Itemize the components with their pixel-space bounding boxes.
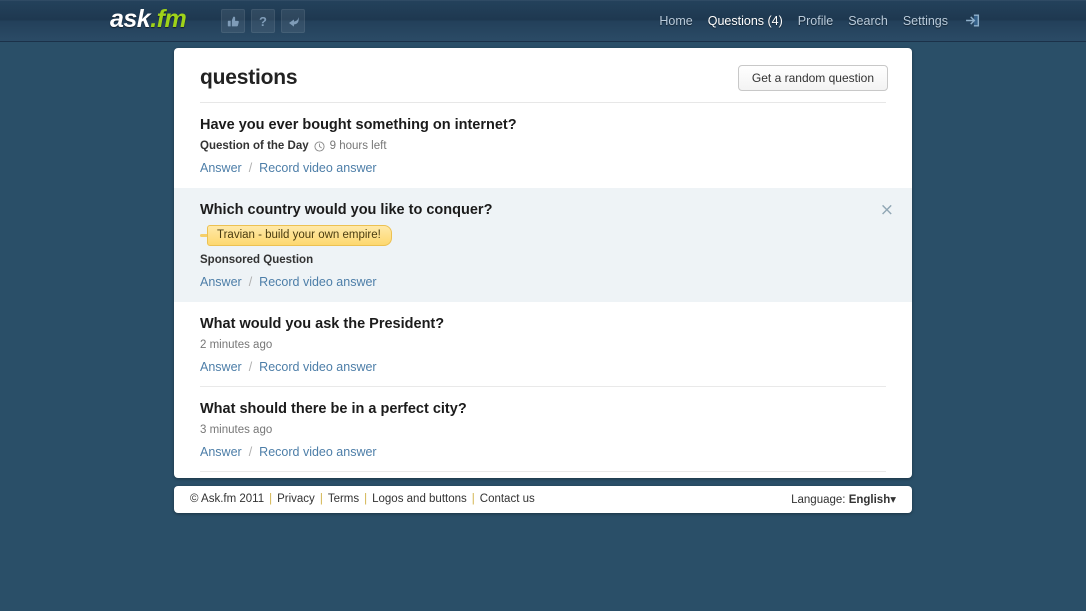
nav-item-profile[interactable]: Profile	[798, 14, 833, 28]
question-of-the-day-label: Question of the Day	[200, 140, 309, 152]
action-separator: /	[248, 444, 253, 459]
question-meta: Sponsored Question	[200, 254, 886, 266]
logo-text-suffix: .fm	[150, 5, 187, 33]
footer-link-terms[interactable]: Terms	[328, 493, 359, 505]
top-header-bar: ask.fm ? Home Questions (4) Profile Sear…	[0, 0, 1086, 42]
footer-link-contact-us[interactable]: Contact us	[480, 493, 535, 505]
sponsored-question-item: Which country would you like to conquer?…	[174, 188, 912, 302]
language-label: Language:	[791, 494, 846, 507]
copyright-text: © Ask.fm 2011	[190, 493, 265, 506]
page-footer: © Ask.fm 2011 | Privacy | Terms | Logos …	[174, 485, 912, 513]
nav-item-home[interactable]: Home	[659, 14, 692, 28]
question-timestamp: 3 minutes ago	[200, 423, 273, 436]
nav-item-questions[interactable]: Questions (4)	[708, 14, 783, 28]
footer-separator: |	[319, 493, 323, 506]
question-actions: Answer / Record video answer	[200, 275, 886, 289]
record-video-answer-link[interactable]: Record video answer	[259, 360, 376, 374]
action-separator: /	[248, 274, 253, 289]
record-video-answer-link[interactable]: Record video answer	[259, 445, 376, 459]
question-item: Have you ever bought something on intern…	[174, 103, 912, 188]
record-video-answer-link[interactable]: Record video answer	[259, 275, 376, 289]
language-value: English	[848, 494, 891, 507]
questions-card: questions Get a random question Have you…	[174, 48, 912, 478]
logout-icon[interactable]	[963, 12, 983, 30]
footer-link-privacy[interactable]: Privacy	[277, 493, 315, 505]
nav-item-search[interactable]: Search	[848, 14, 888, 28]
footer-separator: |	[269, 493, 273, 506]
footer-separator: |	[364, 493, 368, 506]
question-title: What should there be in a perfect city?	[200, 400, 467, 417]
question-item: What would you ask the President? 2 minu…	[174, 302, 912, 387]
answer-link[interactable]: Answer	[200, 161, 242, 175]
footer-links: © Ask.fm 2011 | Privacy | Terms | Logos …	[190, 493, 535, 505]
question-meta: Question of the Day 9 hours left	[200, 140, 886, 152]
get-random-question-button[interactable]: Get a random question	[737, 65, 888, 91]
advertisement-badge-wrapper: Travian - build your own empire!	[200, 225, 886, 246]
question-mark-glyph: ?	[259, 13, 267, 29]
footer-separator: |	[471, 493, 475, 506]
page-title: questions	[200, 66, 298, 89]
logo-text-main: ask	[110, 5, 151, 33]
action-separator: /	[248, 161, 253, 175]
site-logo[interactable]: ask.fm	[110, 5, 187, 34]
chevron-down-icon: ▾	[890, 494, 896, 507]
record-video-answer-link[interactable]: Record video answer	[259, 161, 376, 175]
page-wrapper: questions Get a random question Have you…	[93, 42, 993, 513]
main-navigation: Home Questions (4) Profile Search Settin…	[659, 0, 983, 41]
thumbs-up-icon[interactable]	[221, 9, 245, 33]
question-timestamp: 2 minutes ago	[200, 338, 273, 351]
answer-link[interactable]: Answer	[200, 360, 242, 374]
clock-icon	[314, 140, 325, 152]
question-item: What should there be in a perfect city? …	[174, 387, 912, 472]
question-meta: 2 minutes ago	[200, 339, 886, 351]
nav-item-settings[interactable]: Settings	[903, 14, 948, 28]
answer-link[interactable]: Answer	[200, 445, 242, 459]
header-inner: ask.fm ? Home Questions (4) Profile Sear…	[93, 0, 993, 41]
question-mark-icon[interactable]: ?	[251, 9, 275, 33]
header-icon-group: ?	[221, 9, 305, 33]
advertisement-badge-link[interactable]: Travian - build your own empire!	[207, 225, 392, 246]
question-actions: Answer / Record video answer	[200, 360, 886, 374]
questions-list: Have you ever bought something on intern…	[174, 103, 912, 472]
question-title: What would you ask the President?	[200, 315, 445, 332]
question-actions: Answer / Record video answer	[200, 161, 886, 175]
sponsored-question-label: Sponsored Question	[200, 253, 314, 266]
question-actions: Answer / Record video answer	[200, 445, 886, 459]
question-title: Which country would you like to conquer?	[200, 202, 493, 218]
answer-link[interactable]: Answer	[200, 275, 242, 289]
reply-arrow-icon[interactable]	[281, 9, 305, 33]
question-divider	[200, 470, 886, 472]
footer-link-logos-and-buttons[interactable]: Logos and buttons	[372, 493, 467, 505]
language-selector[interactable]: Language: English▾	[791, 492, 896, 506]
question-meta: 3 minutes ago	[200, 424, 886, 436]
action-separator: /	[248, 359, 253, 374]
close-icon[interactable]: ×	[880, 202, 894, 219]
question-title: Have you ever bought something on intern…	[200, 117, 517, 133]
card-header: questions Get a random question	[174, 48, 912, 102]
question-time-left: 9 hours left	[329, 140, 387, 152]
